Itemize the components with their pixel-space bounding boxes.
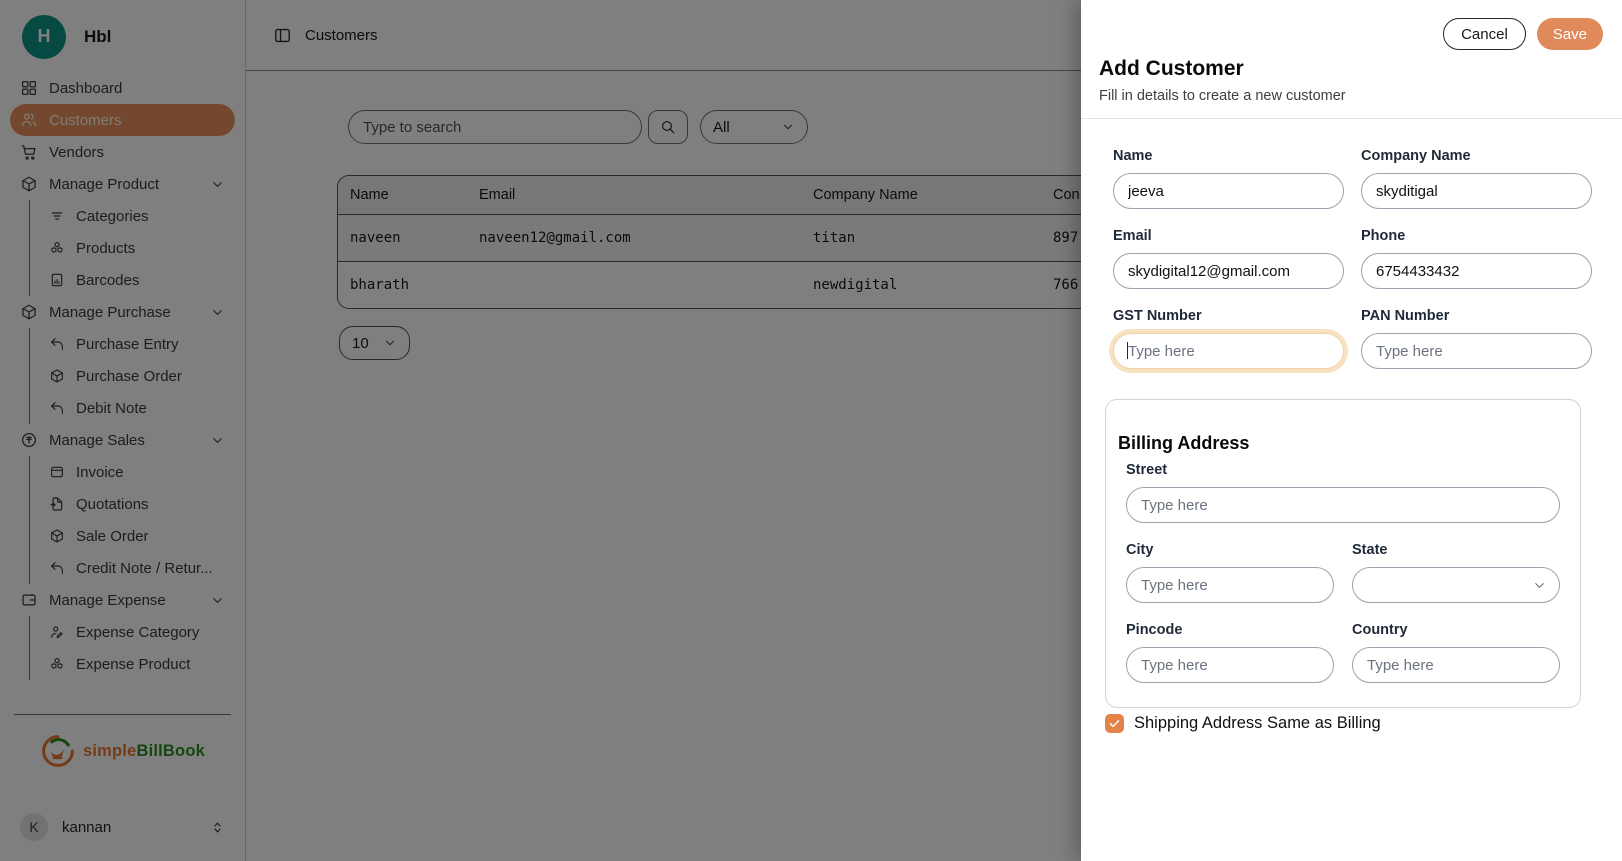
email-label: Email: [1113, 228, 1344, 244]
pincode-input[interactable]: [1126, 647, 1334, 683]
save-button[interactable]: Save: [1537, 18, 1603, 50]
phone-label: Phone: [1361, 228, 1592, 244]
gst-number-input[interactable]: [1113, 333, 1344, 369]
pan-number-input[interactable]: [1361, 333, 1592, 369]
state-label: State: [1352, 542, 1560, 558]
city-input[interactable]: [1126, 567, 1334, 603]
phone-input[interactable]: [1361, 253, 1592, 289]
shipping-same-label: Shipping Address Same as Billing: [1134, 714, 1381, 733]
country-label: Country: [1352, 622, 1560, 638]
drawer-header: Add Customer Fill in details to create a…: [1081, 0, 1622, 104]
name-label: Name: [1113, 148, 1344, 164]
email-input[interactable]: [1113, 253, 1344, 289]
billing-address-section: Billing Address Street City State Pincod: [1105, 399, 1581, 708]
shipping-same-row: Shipping Address Same as Billing: [1105, 714, 1622, 733]
shipping-same-checkbox[interactable]: [1105, 714, 1124, 733]
drawer-actions: Cancel Save: [1443, 18, 1603, 50]
state-select[interactable]: [1352, 567, 1560, 603]
drawer-subtitle: Fill in details to create a new customer: [1099, 88, 1604, 104]
company-name-label: Company Name: [1361, 148, 1592, 164]
company-name-input[interactable]: [1361, 173, 1592, 209]
city-label: City: [1126, 542, 1334, 558]
text-cursor: [1127, 342, 1128, 359]
street-label: Street: [1126, 462, 1560, 478]
pan-number-label: PAN Number: [1361, 308, 1592, 324]
check-icon: [1108, 717, 1121, 730]
country-input[interactable]: [1352, 647, 1560, 683]
add-customer-drawer: Cancel Save Add Customer Fill in details…: [1081, 0, 1622, 861]
name-input[interactable]: [1113, 173, 1344, 209]
chevron-down-icon: [1532, 578, 1547, 593]
drawer-title: Add Customer: [1099, 57, 1604, 81]
gst-number-label: GST Number: [1113, 308, 1344, 324]
billing-address-title: Billing Address: [1118, 433, 1560, 454]
pincode-label: Pincode: [1126, 622, 1334, 638]
street-input[interactable]: [1126, 487, 1560, 523]
cancel-button[interactable]: Cancel: [1443, 18, 1526, 50]
